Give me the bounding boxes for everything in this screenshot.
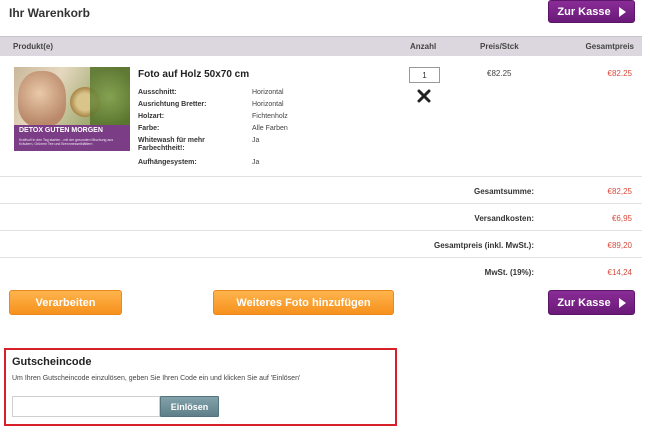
product-thumbnail: DETOX GUTEN MORGEN Kraftvoll in den Tag … [14, 67, 130, 151]
attr-label-hanging-system: Aufhängesystem: [138, 159, 197, 166]
coupon-code-input[interactable] [12, 396, 160, 417]
summary-label-vat: MwSt. (19%): [484, 268, 534, 277]
attr-value-color: Alle Farben [252, 125, 288, 132]
attr-value-board-orientation: Horizontal [252, 101, 284, 108]
unit-price: €82.25 [487, 69, 512, 78]
play-arrow-icon [618, 6, 626, 17]
checkout-button-top[interactable]: Zur Kasse [548, 0, 635, 23]
add-photo-button[interactable]: Weiteres Foto hinzufügen [213, 290, 394, 315]
close-x-icon[interactable] [417, 89, 431, 103]
checkout-button-bottom[interactable]: Zur Kasse [548, 290, 635, 315]
image-banner: DETOX GUTEN MORGEN Kraftvoll in den Tag … [14, 125, 130, 151]
summary-value-shipping: €6,95 [611, 214, 632, 223]
summary-label-shipping: Versandkosten: [474, 214, 534, 223]
header-product: Produkt(e) [13, 42, 53, 51]
header-total: Gesamtpreis [585, 42, 634, 51]
header-unit-price: Preis/Stck [480, 42, 519, 51]
item-total-price: €82.25 [607, 69, 632, 78]
redeem-button-label: Einlösen [170, 401, 209, 412]
attr-label-board-orientation: Ausrichtung Bretter: [138, 101, 207, 108]
summary-label-subtotal: Gesamtsumme: [473, 187, 534, 196]
attr-value-whitewash: Ja [252, 137, 260, 144]
process-button[interactable]: Verarbeiten [9, 290, 122, 315]
attr-value-cutout: Horizontal [252, 89, 284, 96]
add-photo-button-label: Weiteres Foto hinzufügen [236, 296, 371, 309]
summary-value-vat: €14,24 [607, 268, 632, 277]
attr-label-wood-type: Holzart: [138, 113, 165, 120]
image-herb-leaves [90, 67, 130, 127]
image-banner-title: DETOX GUTEN MORGEN [19, 127, 103, 134]
summary-value-grand-total: €89,20 [607, 241, 632, 250]
summary-value-subtotal: €82,25 [607, 187, 632, 196]
attr-label-color: Farbe: [138, 125, 160, 132]
attr-label-cutout: Ausschnitt: [138, 89, 177, 96]
redeem-button[interactable]: Einlösen [160, 396, 219, 417]
product-name: Foto auf Holz 50x70 cm [138, 69, 250, 80]
play-arrow-icon [618, 297, 626, 308]
quantity-input[interactable] [409, 67, 440, 83]
summary-label-grand-total: Gesamtpreis (inkl. MwSt.): [433, 241, 534, 250]
divider [0, 176, 642, 177]
coupon-title: Gutscheincode [12, 356, 92, 368]
process-button-label: Verarbeiten [35, 296, 96, 309]
attr-value-wood-type: Fichtenholz [252, 113, 288, 120]
coupon-description: Um Ihren Gutscheincode einzulösen, geben… [12, 375, 301, 382]
attr-value-hanging-system: Ja [252, 159, 260, 166]
cart-table-header: Produkt(e) Anzahl Preis/Stck Gesamtpreis [0, 36, 642, 56]
image-banner-subtitle: Kraftvoll in den Tag starten - mit der g… [19, 138, 114, 146]
page-title: Ihr Warenkorb [9, 6, 90, 20]
divider [0, 230, 642, 231]
image-woman-face [18, 71, 66, 127]
divider [0, 203, 642, 204]
checkout-button-label: Zur Kasse [557, 296, 611, 309]
attr-label-whitewash: Whitewash für mehr Farbechtheit!: [138, 137, 205, 152]
checkout-button-label: Zur Kasse [557, 5, 611, 18]
divider [0, 257, 642, 258]
header-quantity: Anzahl [410, 42, 437, 51]
